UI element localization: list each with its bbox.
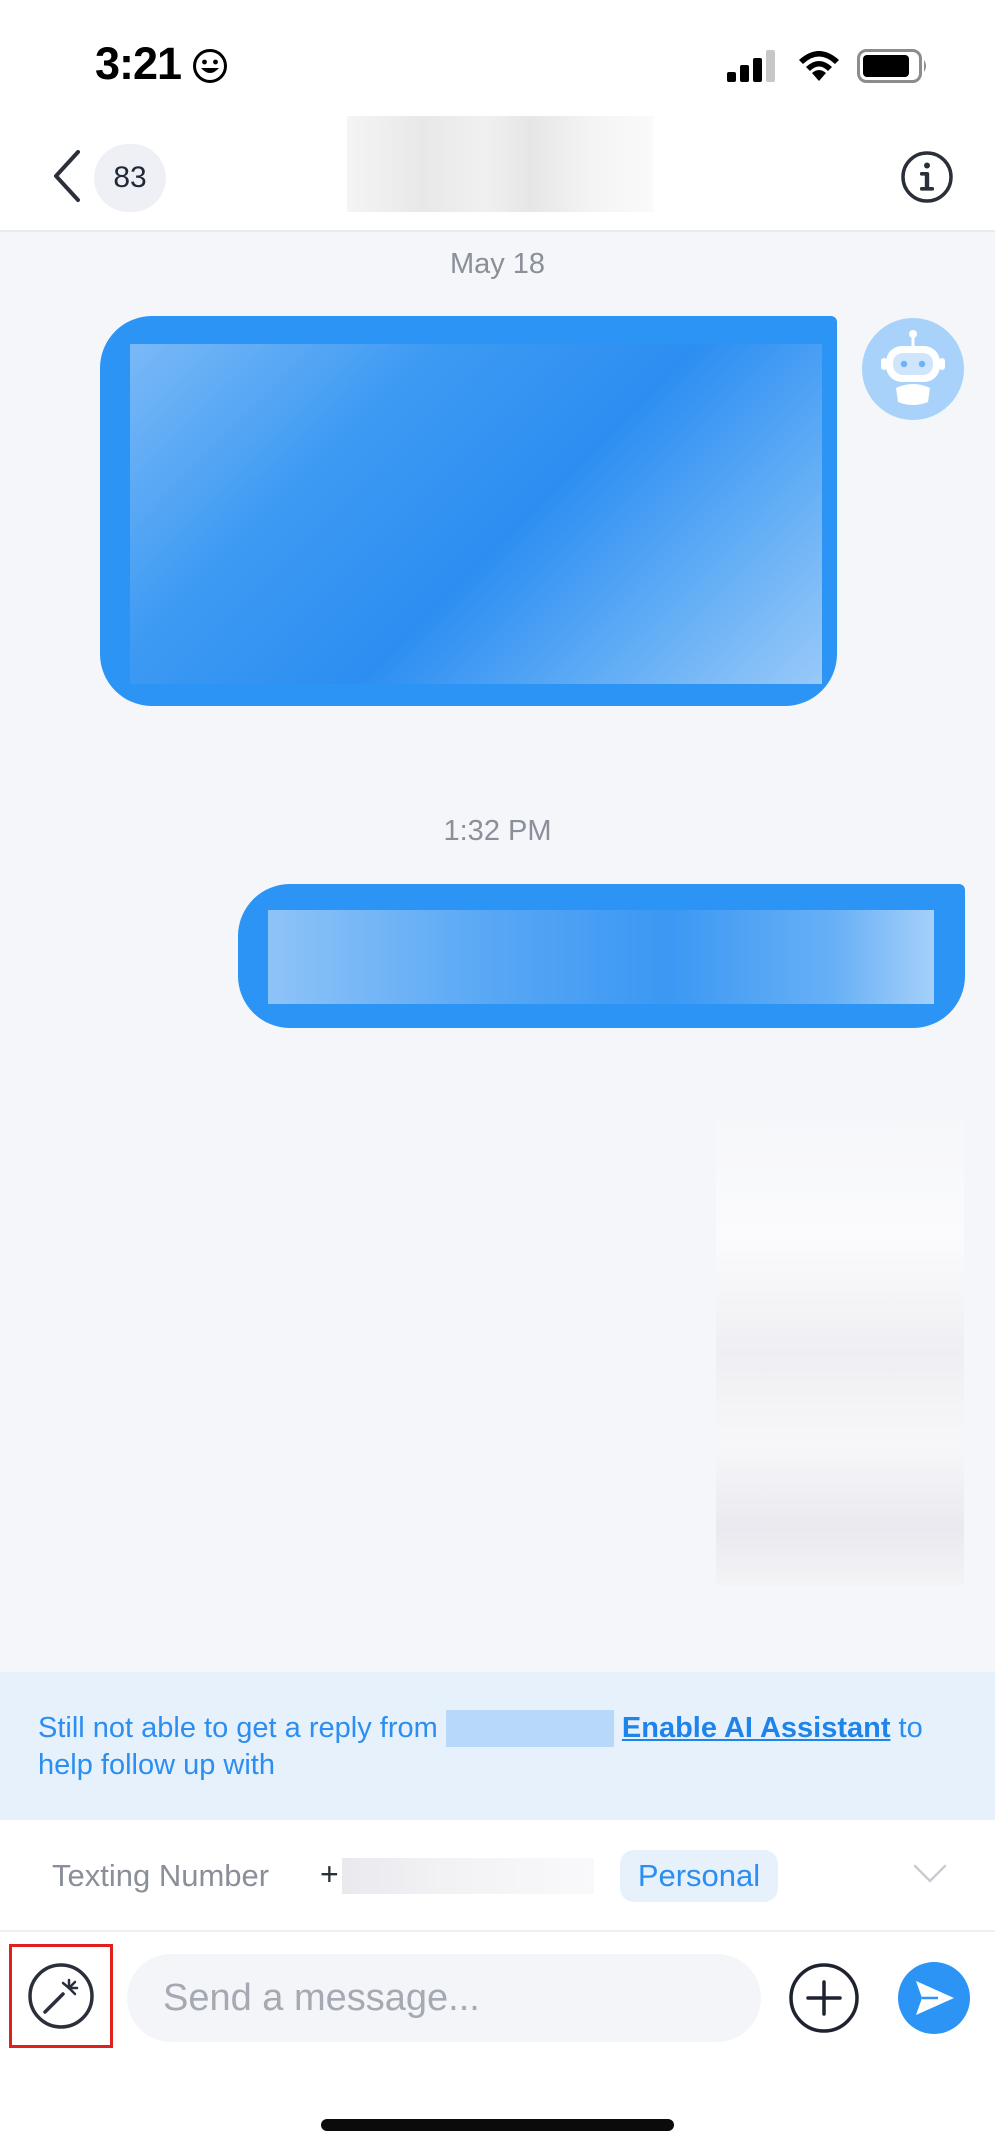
send-button[interactable] [898,1962,970,2034]
blurred-image-attachment[interactable] [716,1120,964,1586]
cellular-signal-icon [727,50,775,82]
status-bar: 3:21 [0,0,995,110]
status-time: 3:21 [95,38,182,89]
enable-ai-assistant-link[interactable]: Enable AI Assistant [622,1712,891,1744]
ai-banner-text: Still not able to get a reply from Enabl… [38,1710,938,1784]
texting-number-label: Texting Number [52,1858,270,1893]
outgoing-message-bubble[interactable] [100,316,837,706]
message-input[interactable] [127,1954,761,2042]
smiley-icon [193,49,227,83]
info-icon[interactable] [900,150,954,204]
battery-icon [857,49,926,83]
ai-assistant-banner: Still not able to get a reply from Enabl… [0,1672,995,1820]
home-indicator [321,2119,674,2131]
contact-name-redacted [445,1710,614,1747]
contact-name-redacted[interactable] [347,116,653,212]
texting-number-selector[interactable]: Texting Number + Personal [0,1820,995,1932]
texting-number-redacted [342,1858,594,1894]
ai-magic-button-highlight[interactable] [9,1944,113,2048]
personal-number-badge: Personal [620,1850,778,1902]
magic-wand-icon[interactable] [27,1962,95,2030]
add-attachment-icon[interactable] [788,1962,860,2034]
outgoing-message-bubble[interactable] [238,884,965,1028]
chevron-down-icon[interactable] [912,1862,948,1886]
ai-banner-prefix: Still not able to get a reply from [38,1712,438,1744]
date-separator: May 18 [449,248,546,280]
texting-number-plus: + [320,1856,339,1892]
conversation-header: 83 [0,110,995,232]
message-text-redacted [130,344,822,684]
time-separator: 1:32 PM [443,815,552,847]
send-arrow-icon [916,1981,954,2015]
robot-avatar-icon [862,318,964,420]
wifi-icon [799,51,839,81]
unread-count-badge[interactable]: 83 [94,144,166,212]
message-text-redacted [268,910,934,1004]
back-chevron-icon[interactable] [50,148,82,204]
chat-screen: 3:21 83 May 18 1:32 PM Still not able to… [0,0,995,2152]
